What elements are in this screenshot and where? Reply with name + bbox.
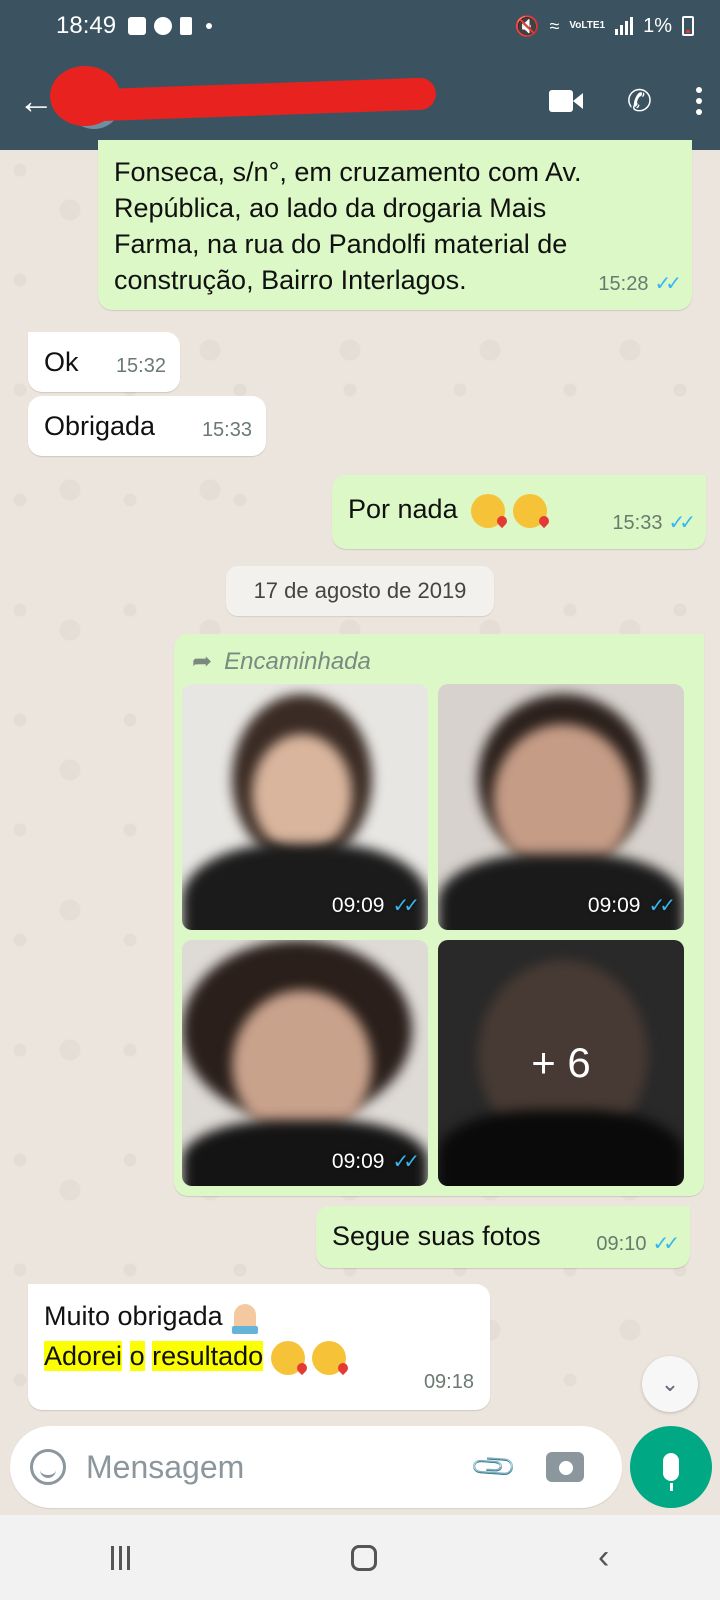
read-ticks-icon: ✓✓ bbox=[668, 512, 695, 534]
more-notifications-dot bbox=[206, 23, 213, 29]
photo-time: 09:09 bbox=[331, 1150, 385, 1173]
phone-icon[interactable]: ✆ bbox=[627, 84, 652, 119]
read-ticks-icon: ✓✓ bbox=[392, 895, 419, 917]
message-bubble-outgoing[interactable]: Por nada 15:33 ✓✓ bbox=[332, 475, 706, 549]
double-chevron-down-icon: ⌄ bbox=[660, 1371, 680, 1396]
message-composer: 📎 bbox=[10, 1426, 622, 1508]
read-ticks-icon: ✓✓ bbox=[652, 1233, 679, 1255]
volte-label: VoLTE1 bbox=[569, 20, 606, 31]
album-photo[interactable]: 09:09 ✓✓ bbox=[438, 684, 684, 930]
message-text: construção, Bairro Interlagos. bbox=[114, 265, 467, 295]
read-ticks-icon: ✓✓ bbox=[392, 1151, 419, 1173]
highlighted-text: o bbox=[129, 1341, 145, 1371]
date-separator: 17 de agosto de 2019 bbox=[226, 566, 494, 616]
wifi-icon: ≈ bbox=[549, 15, 560, 36]
message-bubble-incoming[interactable]: Obrigada 15:33 bbox=[28, 396, 266, 456]
highlighted-text: Adorei bbox=[44, 1341, 123, 1371]
message-time: 15:33 bbox=[612, 512, 663, 534]
message-time: 15:28 bbox=[598, 273, 649, 295]
highlighted-text: resultado bbox=[152, 1341, 264, 1371]
kiss-emoji-icon bbox=[312, 1340, 351, 1375]
gallery-icon bbox=[128, 17, 147, 35]
forwarded-text: Encaminhada bbox=[224, 648, 371, 675]
status-time: 18:49 bbox=[56, 12, 117, 39]
photo-time: 09:09 bbox=[587, 894, 641, 917]
voice-message-button[interactable] bbox=[630, 1426, 712, 1508]
back-icon[interactable]: ‹ bbox=[598, 1538, 609, 1577]
account-icon bbox=[154, 17, 173, 35]
system-icons: 🔇 ≈ VoLTE1 1% bbox=[515, 14, 694, 39]
message-bubble-incoming[interactable]: Ok 15:32 bbox=[28, 332, 180, 392]
signal-icon bbox=[615, 17, 634, 35]
album-photo[interactable]: 09:09 ✓✓ bbox=[182, 940, 428, 1186]
message-text: Ok bbox=[44, 347, 79, 377]
more-vert-icon[interactable] bbox=[696, 87, 702, 115]
album-photo-more[interactable]: + 6 bbox=[438, 940, 684, 1186]
mute-icon: 🔇 bbox=[514, 15, 540, 38]
message-bubble-outgoing[interactable]: Fonseca, s/n°, em cruzamento com Av. Rep… bbox=[98, 140, 692, 310]
message-meta: 09:10 ✓✓ bbox=[596, 1226, 679, 1262]
photo-meta: 09:09 ✓✓ bbox=[331, 888, 420, 924]
home-icon[interactable] bbox=[350, 1544, 377, 1571]
notification-icons bbox=[128, 17, 213, 35]
message-input[interactable] bbox=[86, 1448, 466, 1486]
message-text: Por nada bbox=[348, 494, 458, 524]
smiling-hearts-emoji-icon bbox=[270, 1340, 309, 1375]
message-time: 09:18 bbox=[423, 1371, 474, 1393]
message-meta: 15:28 ✓✓ bbox=[598, 266, 681, 302]
message-bubble-outgoing[interactable]: Segue suas fotos 09:10 ✓✓ bbox=[316, 1206, 690, 1268]
message-bubble-incoming[interactable]: Muito obrigada Adorei o resultado 09:18 bbox=[28, 1284, 490, 1410]
message-time: 09:10 bbox=[596, 1233, 647, 1255]
message-time: 15:33 bbox=[201, 419, 252, 441]
message-text: Obrigada bbox=[44, 411, 156, 441]
status-bar: 18:49 🔇 ≈ VoLTE1 1% bbox=[0, 0, 720, 52]
forwarded-label: ➦ Encaminhada bbox=[182, 644, 696, 680]
battery-icon bbox=[682, 16, 694, 36]
message-text: República, ao lado da drogaria Mais bbox=[114, 193, 547, 223]
battery-text: 1% bbox=[643, 14, 672, 37]
message-time: 15:32 bbox=[115, 355, 166, 377]
album-photo[interactable]: 09:09 ✓✓ bbox=[182, 684, 428, 930]
photo-meta: 09:09 ✓✓ bbox=[331, 1144, 420, 1180]
message-text: Muito obrigada bbox=[44, 1301, 223, 1331]
photo-meta: 09:09 ✓✓ bbox=[587, 888, 676, 924]
video-call-icon[interactable] bbox=[548, 90, 583, 112]
system-navigation-bar: ‹ bbox=[0, 1515, 720, 1600]
recents-icon[interactable] bbox=[110, 1545, 130, 1570]
message-meta: 15:33 ✓✓ bbox=[612, 505, 695, 541]
read-ticks-icon: ✓✓ bbox=[648, 895, 675, 917]
read-ticks-icon: ✓✓ bbox=[654, 273, 681, 295]
microphone-icon bbox=[663, 1453, 679, 1491]
scroll-to-bottom-button[interactable]: ⌄ bbox=[642, 1356, 698, 1412]
message-text: Fonseca, s/n°, em cruzamento com Av. bbox=[114, 157, 582, 187]
camera-icon[interactable] bbox=[546, 1452, 584, 1482]
praying-hands-emoji-icon bbox=[230, 1302, 260, 1334]
message-text: Segue suas fotos bbox=[332, 1221, 541, 1251]
attach-icon[interactable]: 📎 bbox=[469, 1442, 520, 1493]
message-bubble-album[interactable]: ➦ Encaminhada 09:09 ✓✓ 09:09 ✓✓ 09:09 ✓✓… bbox=[174, 634, 704, 1196]
alert-icon bbox=[180, 17, 193, 35]
kiss-emoji-icon bbox=[512, 493, 551, 528]
more-photos-count: + 6 bbox=[438, 940, 684, 1186]
emoji-icon[interactable] bbox=[30, 1449, 66, 1485]
message-text: Farma, na rua do Pandolfi material de bbox=[114, 229, 568, 259]
kiss-emoji-icon bbox=[471, 493, 510, 528]
forward-arrow-icon: ➦ bbox=[192, 648, 213, 675]
photo-time: 09:09 bbox=[331, 894, 385, 917]
